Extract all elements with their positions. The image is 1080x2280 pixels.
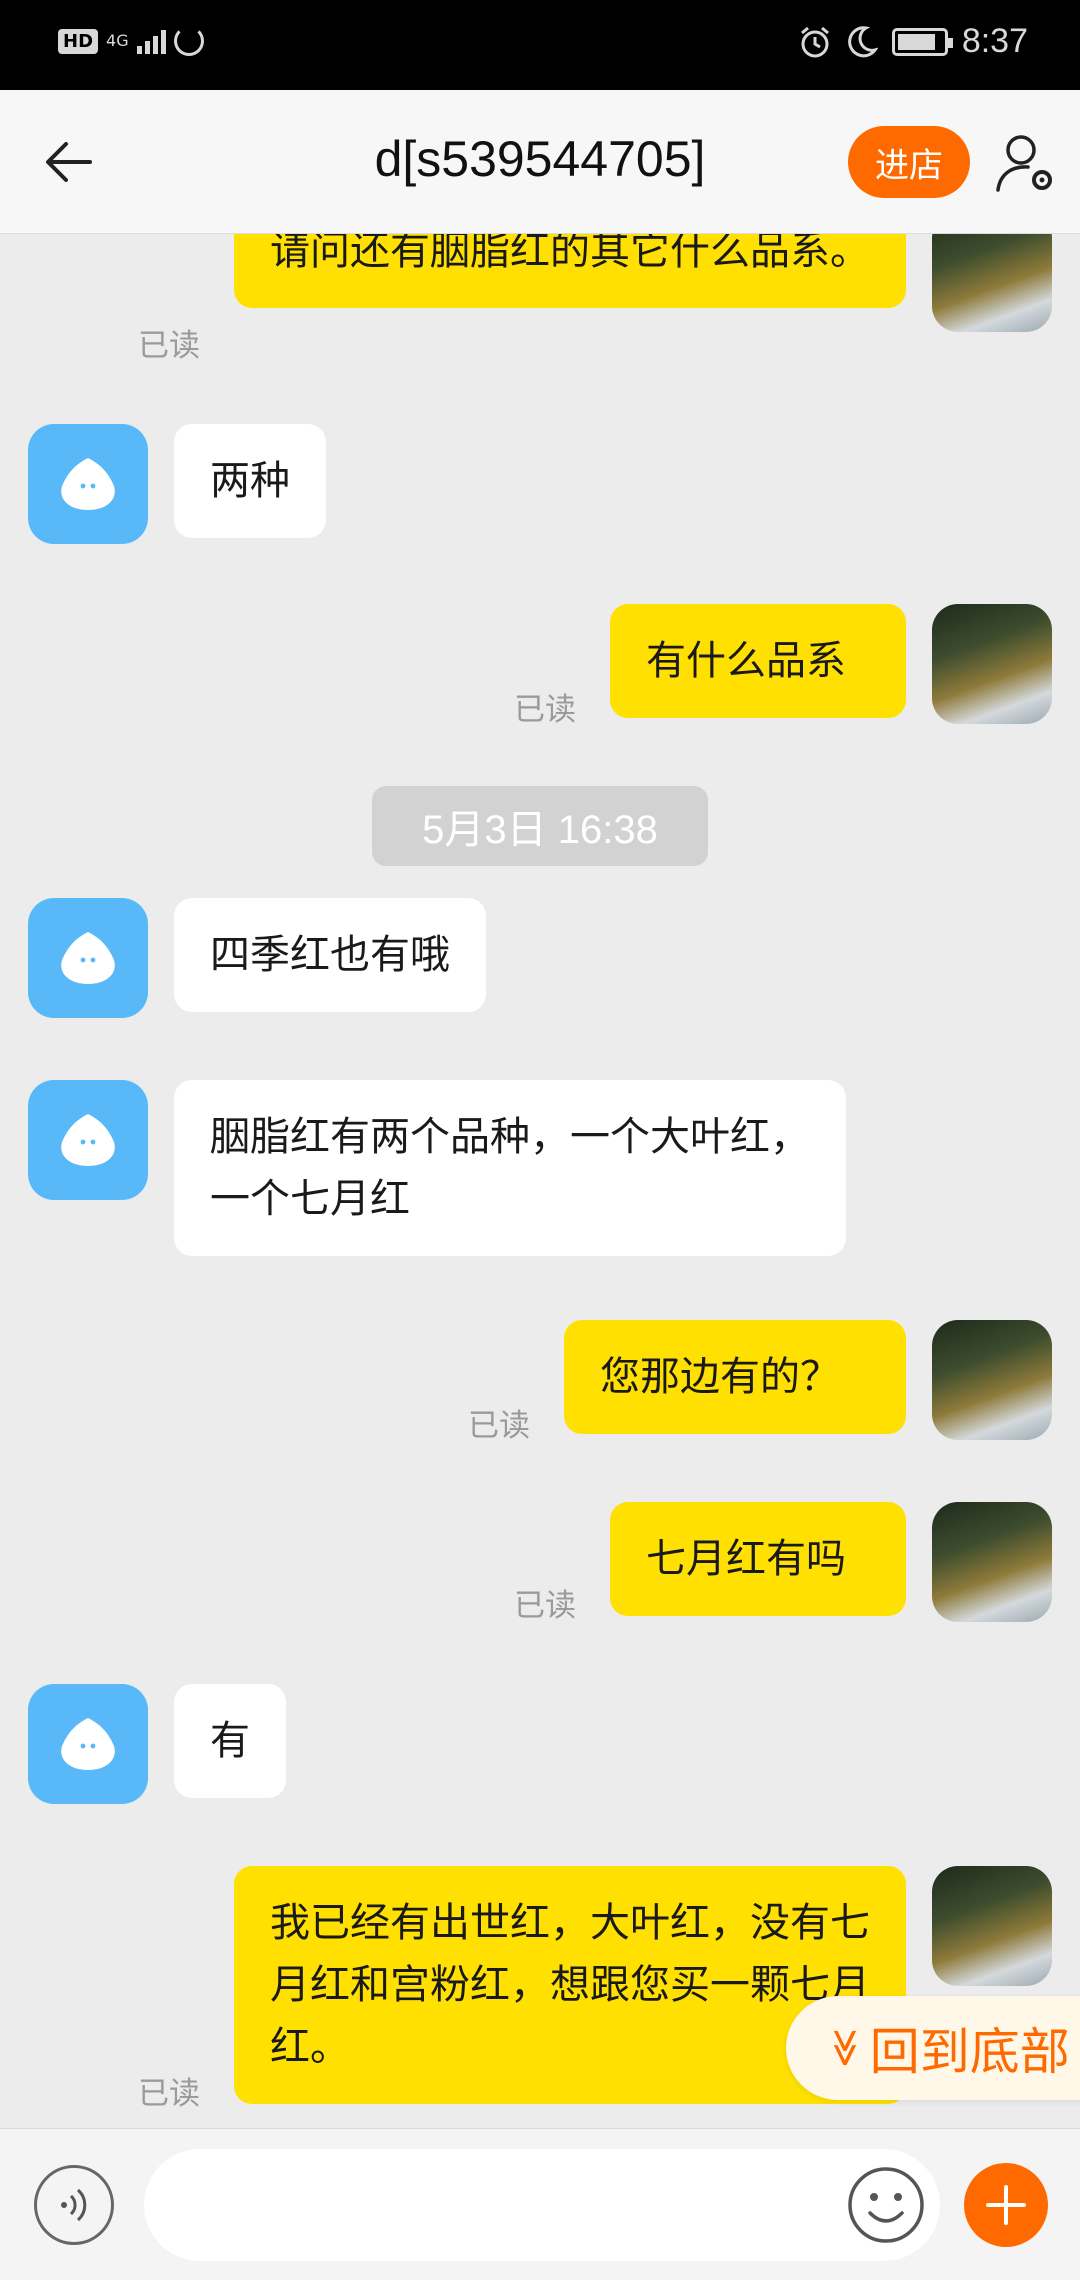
alarm-icon [800, 26, 829, 57]
clock: 8:37 [961, 22, 1028, 60]
read-receipt: 已读 [468, 1408, 530, 1444]
plus-icon[interactable] [964, 2163, 1048, 2247]
shop-logo-icon [61, 932, 115, 984]
message-input[interactable] [144, 2149, 940, 2261]
shop-logo-icon [61, 458, 115, 510]
my-avatar[interactable] [932, 1866, 1052, 1986]
user-settings-icon[interactable] [994, 130, 1058, 196]
shop-avatar[interactable] [28, 424, 148, 544]
shop-message-bubble[interactable]: 两种 [174, 424, 326, 538]
message-timestamp: 5月3日 16:38 [372, 786, 708, 866]
double-chevron-down-icon: ≫ [823, 2028, 868, 2068]
shop-logo-icon [61, 1718, 115, 1770]
plus-glyph [986, 2185, 1026, 2225]
message-text: 有 [210, 1718, 250, 1764]
my-avatar[interactable] [932, 234, 1052, 332]
message-text: 您那边有的？ [600, 1354, 840, 1400]
my-message-bubble[interactable]: 七月红有吗 [610, 1502, 906, 1616]
emoji-icon[interactable] [846, 2165, 926, 2245]
status-right: 8:37 [798, 22, 1028, 61]
chat-header: d[s539544705] 进店 [0, 90, 1080, 234]
message-text: 两种 [210, 458, 290, 504]
message-text: 有什么品系 [646, 638, 846, 684]
signal-icon [136, 28, 166, 54]
sync-icon [173, 26, 204, 56]
message-text: 我已经有出世红，大叶红，没有七月红和宫粉红，想跟您买一颗七月红。 [270, 1900, 870, 2070]
sound-waves-icon [61, 2188, 87, 2222]
enter-shop-button[interactable]: 进店 [848, 126, 970, 198]
input-bar [0, 2128, 1080, 2280]
jump-to-bottom-button[interactable]: ≫ 回到底部 [786, 1996, 1080, 2100]
read-receipt: 已读 [514, 1588, 576, 1624]
status-bar: HD 4G 8:37 [0, 0, 1080, 90]
jump-to-bottom-label: 回到底部 [869, 2023, 1070, 2081]
moon-icon [847, 25, 878, 57]
shop-avatar[interactable] [28, 898, 148, 1018]
my-avatar[interactable] [932, 604, 1052, 724]
hd-badge: HD [58, 28, 99, 54]
message-text: 请问还有胭脂红的其它什么品系。 [270, 234, 870, 274]
my-avatar[interactable] [932, 1502, 1052, 1622]
message-text: 胭脂红有两个品种，一个大叶红，一个七月红 [210, 1114, 810, 1222]
shop-message-bubble[interactable]: 四季红也有哦 [174, 898, 486, 1012]
my-message-bubble[interactable]: 有什么品系 [610, 604, 906, 718]
read-receipt: 已读 [138, 2076, 200, 2112]
shop-logo-icon [61, 1114, 115, 1166]
network-type: 4G [106, 31, 129, 50]
battery-level [897, 33, 936, 50]
battery-icon [891, 27, 953, 56]
message-text: 四季红也有哦 [210, 932, 450, 978]
my-message-bubble[interactable]: 请问还有胭脂红的其它什么品系。 [234, 234, 906, 308]
message-text: 七月红有吗 [646, 1536, 846, 1582]
status-left: HD 4G [58, 26, 204, 56]
shop-message-bubble[interactable]: 有 [174, 1684, 286, 1798]
my-message-bubble[interactable]: 您那边有的？ [564, 1320, 906, 1434]
read-receipt: 已读 [514, 692, 576, 728]
shop-message-bubble[interactable]: 胭脂红有两个品种，一个大叶红，一个七月红 [174, 1080, 846, 1256]
message-list[interactable]: 已读 请问还有胭脂红的其它什么品系。 两种 已读 有什么品系 5月3日 16:3… [0, 234, 1080, 2128]
my-avatar[interactable] [932, 1320, 1052, 1440]
read-receipt: 已读 [138, 328, 200, 364]
shop-avatar[interactable] [28, 1080, 148, 1200]
voice-icon[interactable] [34, 2165, 114, 2245]
shop-avatar[interactable] [28, 1684, 148, 1804]
